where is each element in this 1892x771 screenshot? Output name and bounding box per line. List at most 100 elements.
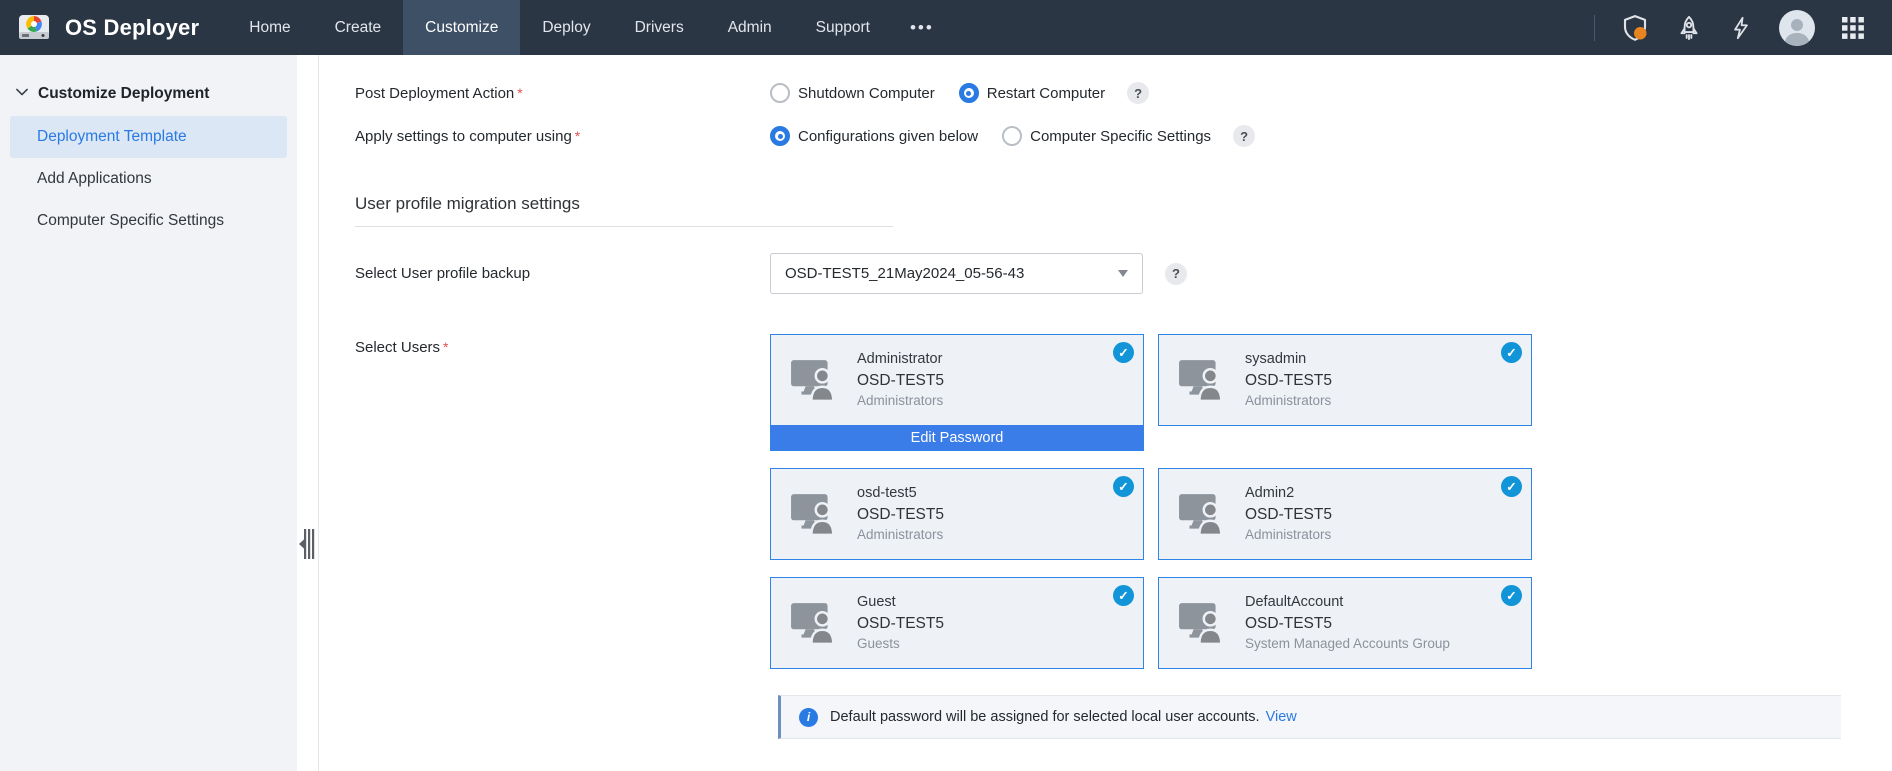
user-avatar[interactable] — [1779, 10, 1815, 46]
radio-option-computer-specific-settings[interactable]: Computer Specific Settings — [1002, 126, 1211, 146]
edit-password-button[interactable]: Edit Password — [771, 425, 1143, 450]
computer-user-icon — [1159, 359, 1245, 401]
apply-settings-help-icon[interactable]: ? — [1233, 125, 1255, 147]
sidebar-item-computer-specific-settings[interactable]: Computer Specific Settings — [10, 200, 287, 242]
radio-icon — [770, 83, 790, 103]
user-domain: OSD-TEST5 — [857, 371, 944, 390]
app-title: OS Deployer — [65, 15, 199, 41]
sidebar-section-label: Customize Deployment — [38, 85, 209, 103]
os-deployer-logo-icon — [16, 11, 52, 45]
sidebar-section-customize-deployment[interactable]: Customize Deployment — [0, 85, 297, 103]
user-group: System Managed Accounts Group — [1245, 636, 1450, 652]
user-card-admin2[interactable]: Admin2 OSD-TEST5 Administrators ✓ — [1158, 468, 1532, 560]
profile-backup-value: OSD-TEST5_21May2024_05-56-43 — [785, 265, 1024, 282]
user-name: osd-test5 — [857, 485, 944, 502]
flash-icon[interactable] — [1728, 15, 1754, 41]
user-name: Administrator — [857, 351, 944, 368]
navbar-right — [1594, 10, 1866, 46]
selected-check-icon: ✓ — [1113, 342, 1134, 363]
radio-option-shutdown-computer[interactable]: Shutdown Computer — [770, 83, 935, 103]
user-card-osd-test5[interactable]: osd-test5 OSD-TEST5 Administrators ✓ — [770, 468, 1144, 560]
computer-user-icon — [771, 602, 857, 644]
nav-item-admin[interactable]: Admin — [706, 0, 794, 55]
computer-user-icon — [771, 493, 857, 535]
user-name: DefaultAccount — [1245, 594, 1450, 611]
os-deployer-app: OS Deployer HomeCreateCustomizeDeployDri… — [0, 0, 1892, 771]
selected-check-icon: ✓ — [1113, 585, 1134, 606]
radio-icon — [959, 83, 979, 103]
nav-item-customize[interactable]: Customize — [403, 0, 520, 55]
user-name: Guest — [857, 594, 944, 611]
nav-item-home[interactable]: Home — [227, 0, 312, 55]
user-profile-migration-heading: User profile migration settings — [355, 194, 1892, 214]
default-password-note: i Default password will be assigned for … — [778, 695, 1841, 739]
profile-backup-help-icon[interactable]: ? — [1165, 263, 1187, 285]
user-name: sysadmin — [1245, 351, 1332, 368]
info-icon: i — [799, 708, 818, 727]
user-domain: OSD-TEST5 — [857, 614, 944, 633]
chevron-down-icon — [15, 85, 29, 103]
profile-backup-select[interactable]: OSD-TEST5_21May2024_05-56-43 — [770, 253, 1143, 294]
sidebar: Customize Deployment Deployment Template… — [0, 55, 297, 771]
post-deployment-help-icon[interactable]: ? — [1127, 82, 1149, 104]
user-group: Administrators — [1245, 393, 1332, 409]
required-asterisk: * — [575, 128, 580, 144]
nav-item-create[interactable]: Create — [313, 0, 404, 55]
radio-option-restart-computer[interactable]: Restart Computer — [959, 83, 1105, 103]
note-row: i Default password will be assigned for … — [355, 695, 1892, 739]
user-domain: OSD-TEST5 — [857, 505, 944, 524]
apps-grid-icon[interactable] — [1840, 15, 1866, 41]
radio-label: Restart Computer — [987, 85, 1105, 102]
selected-check-icon: ✓ — [1113, 476, 1134, 497]
radio-label: Shutdown Computer — [798, 85, 935, 102]
sidebar-item-add-applications[interactable]: Add Applications — [10, 158, 287, 200]
post-deployment-action-row: Post Deployment Action* Shutdown Compute… — [355, 81, 1892, 105]
nav-divider — [1594, 15, 1595, 41]
dropdown-caret-icon — [1118, 270, 1128, 277]
computer-user-icon — [771, 359, 857, 401]
nav-item-drivers[interactable]: Drivers — [613, 0, 706, 55]
section-divider — [355, 226, 893, 227]
radio-label: Configurations given below — [798, 128, 978, 145]
sidebar-items: Deployment TemplateAdd ApplicationsCompu… — [0, 116, 297, 242]
user-card-sysadmin[interactable]: sysadmin OSD-TEST5 Administrators ✓ — [1158, 334, 1532, 426]
user-domain: OSD-TEST5 — [1245, 371, 1332, 390]
radio-option-configurations-given-below[interactable]: Configurations given below — [770, 126, 978, 146]
rocket-icon[interactable] — [1675, 14, 1703, 42]
apply-settings-row: Apply settings to computer using* Config… — [355, 124, 1892, 148]
profile-backup-label: Select User profile backup — [355, 265, 770, 282]
brand[interactable]: OS Deployer — [16, 11, 199, 45]
panel-splitter[interactable] — [297, 55, 318, 771]
select-users-row: Select Users* Administrator OSD-TEST5 Ad… — [355, 334, 1892, 669]
splitter-grip-icon[interactable] — [299, 528, 315, 565]
user-name: Admin2 — [1245, 485, 1332, 502]
sidebar-item-deployment-template[interactable]: Deployment Template — [10, 116, 287, 158]
shield-license-icon[interactable] — [1620, 13, 1650, 43]
selected-check-icon: ✓ — [1501, 476, 1522, 497]
select-users-label: Select Users* — [355, 334, 770, 356]
nav-item-support[interactable]: Support — [794, 0, 892, 55]
required-asterisk: * — [443, 339, 448, 355]
radio-icon — [1002, 126, 1022, 146]
selected-check-icon: ✓ — [1501, 585, 1522, 606]
user-card-guest[interactable]: Guest OSD-TEST5 Guests ✓ — [770, 577, 1144, 669]
post-deployment-radio-group: Shutdown Computer Restart Computer — [770, 83, 1105, 103]
computer-user-icon — [1159, 602, 1245, 644]
user-domain: OSD-TEST5 — [1245, 505, 1332, 524]
required-asterisk: * — [517, 85, 522, 101]
user-group: Guests — [857, 636, 944, 652]
user-card-defaultaccount[interactable]: DefaultAccount OSD-TEST5 System Managed … — [1158, 577, 1532, 669]
user-group: Administrators — [857, 527, 944, 543]
profile-backup-row: Select User profile backup OSD-TEST5_21M… — [355, 253, 1892, 294]
note-text: Default password will be assigned for se… — [830, 709, 1260, 725]
apply-settings-label: Apply settings to computer using* — [355, 128, 770, 145]
view-link[interactable]: View — [1266, 709, 1297, 725]
main-content: Post Deployment Action* Shutdown Compute… — [318, 55, 1892, 771]
selected-check-icon: ✓ — [1501, 342, 1522, 363]
post-deployment-action-label: Post Deployment Action* — [355, 85, 770, 102]
nav-more-button[interactable]: ••• — [892, 3, 952, 53]
radio-icon — [770, 126, 790, 146]
user-card-administrator[interactable]: Administrator OSD-TEST5 Administrators ✓… — [770, 334, 1144, 451]
nav-item-deploy[interactable]: Deploy — [520, 0, 612, 55]
user-group: Administrators — [1245, 527, 1332, 543]
